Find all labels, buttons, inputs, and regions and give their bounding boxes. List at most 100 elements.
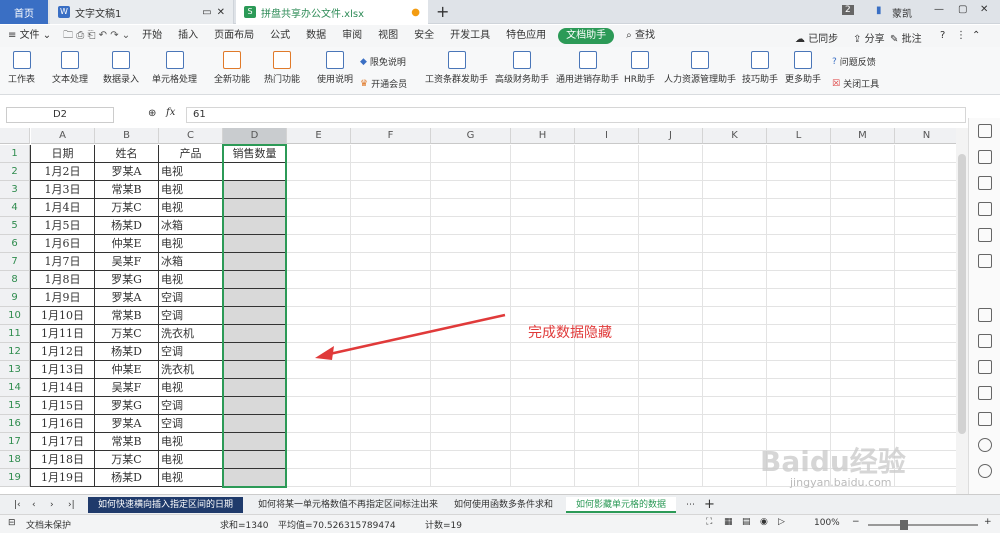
empty-cell[interactable] <box>895 271 956 289</box>
empty-cell[interactable] <box>831 307 895 325</box>
feedback-button[interactable]: ? 问题反馈 <box>832 55 876 69</box>
table-cell[interactable]: 1月16日 <box>31 415 95 433</box>
normal-view-icon[interactable]: ▦ <box>724 517 733 527</box>
empty-cell[interactable] <box>351 271 431 289</box>
table-cell[interactable]: 万某C <box>95 451 159 469</box>
empty-cell[interactable] <box>287 397 351 415</box>
row-header-13[interactable]: 13 <box>0 361 30 379</box>
empty-cell[interactable] <box>287 217 351 235</box>
empty-cell[interactable] <box>767 379 831 397</box>
empty-cell[interactable] <box>287 163 351 181</box>
last-sheet-icon[interactable]: ›| <box>58 497 85 513</box>
zoom-out-icon[interactable]: − <box>852 517 860 527</box>
empty-cell[interactable] <box>895 361 956 379</box>
empty-cell[interactable] <box>575 163 639 181</box>
empty-cell[interactable] <box>703 307 767 325</box>
empty-cell[interactable] <box>351 181 431 199</box>
empty-cell[interactable] <box>511 361 575 379</box>
empty-cell[interactable] <box>639 307 703 325</box>
payroll-assistant-button[interactable]: 工资条群发助手 <box>425 51 488 85</box>
empty-cell[interactable] <box>287 379 351 397</box>
empty-cell[interactable] <box>431 217 511 235</box>
empty-cell[interactable] <box>895 217 956 235</box>
more-icon[interactable]: ⋮ <box>956 30 966 41</box>
close-icon[interactable]: ✕ <box>217 7 225 18</box>
empty-cell[interactable] <box>767 397 831 415</box>
empty-cell[interactable] <box>351 235 431 253</box>
empty-cell[interactable] <box>703 379 767 397</box>
zoom-slider[interactable] <box>868 520 978 530</box>
empty-cell[interactable] <box>703 469 767 487</box>
empty-cell[interactable] <box>639 199 703 217</box>
empty-cell[interactable] <box>431 451 511 469</box>
column-header-F[interactable]: F <box>351 128 431 144</box>
empty-cell[interactable] <box>431 433 511 451</box>
empty-cell[interactable] <box>639 451 703 469</box>
menu-start[interactable]: 开始 <box>134 25 170 47</box>
empty-cell[interactable] <box>895 163 956 181</box>
empty-cell[interactable] <box>831 145 895 163</box>
table-cell[interactable]: 罗某G <box>95 271 159 289</box>
doc-icon[interactable] <box>978 308 992 322</box>
empty-cell[interactable] <box>575 145 639 163</box>
export-icon[interactable] <box>978 360 992 374</box>
menu-features[interactable]: 特色应用 <box>498 25 554 47</box>
empty-cell[interactable] <box>287 181 351 199</box>
empty-cell[interactable] <box>431 469 511 487</box>
empty-cell[interactable] <box>831 253 895 271</box>
empty-cell[interactable] <box>351 253 431 271</box>
select-all-corner[interactable] <box>0 128 30 144</box>
empty-cell[interactable] <box>831 397 895 415</box>
empty-cell[interactable] <box>511 433 575 451</box>
empty-cell[interactable] <box>511 235 575 253</box>
empty-cell[interactable] <box>831 379 895 397</box>
empty-cell[interactable] <box>511 181 575 199</box>
empty-cell[interactable] <box>511 415 575 433</box>
empty-cell[interactable] <box>703 343 767 361</box>
empty-cell[interactable] <box>767 217 831 235</box>
empty-cell[interactable] <box>767 199 831 217</box>
quick-access-icons[interactable]: 🗀 ⎙ ⎗ ↶ ↷ ⌄ <box>59 25 134 47</box>
play-icon[interactable]: ▷ <box>778 517 785 527</box>
hr-assistant-button[interactable]: HR助手 <box>624 51 655 85</box>
tips-assistant-button[interactable]: 技巧助手 <box>742 51 778 85</box>
empty-cell[interactable] <box>767 271 831 289</box>
table-cell[interactable]: 1月19日 <box>31 469 95 487</box>
empty-cell[interactable] <box>895 199 956 217</box>
menu-security[interactable]: 安全 <box>406 25 442 47</box>
empty-cell[interactable] <box>575 361 639 379</box>
empty-cell[interactable] <box>639 397 703 415</box>
column-header-J[interactable]: J <box>639 128 703 144</box>
table-cell[interactable]: 吴某F <box>95 253 159 271</box>
empty-cell[interactable] <box>831 271 895 289</box>
empty-cell[interactable] <box>351 397 431 415</box>
empty-cell[interactable] <box>511 451 575 469</box>
empty-cell[interactable] <box>831 289 895 307</box>
table-cell[interactable]: 空调 <box>159 289 223 307</box>
hamburger-icon[interactable]: ≡ 文件 ⌄ <box>0 25 59 47</box>
empty-cell[interactable] <box>703 415 767 433</box>
empty-cell[interactable] <box>575 469 639 487</box>
menu-view[interactable]: 视图 <box>370 25 406 47</box>
empty-cell[interactable] <box>287 145 351 163</box>
table-cell[interactable]: 空调 <box>159 343 223 361</box>
table-cell[interactable]: 吴某F <box>95 379 159 397</box>
empty-cell[interactable] <box>351 469 431 487</box>
scroll-thumb[interactable] <box>958 154 966 434</box>
menu-data[interactable]: 数据 <box>298 25 334 47</box>
table-cell[interactable]: 电视 <box>159 235 223 253</box>
row-header-17[interactable]: 17 <box>0 433 30 451</box>
tab-xls[interactable]: S 拼盘共享办公文件.xlsx ● <box>236 0 428 24</box>
empty-cell[interactable] <box>767 361 831 379</box>
empty-cell[interactable] <box>639 253 703 271</box>
empty-cell[interactable] <box>351 433 431 451</box>
box-icon[interactable] <box>978 386 992 400</box>
empty-cell[interactable] <box>831 361 895 379</box>
search-button[interactable]: ⌕ 查找 <box>618 25 663 47</box>
empty-cell[interactable] <box>351 199 431 217</box>
limited-free-button[interactable]: ◆ 限免说明 <box>360 55 406 69</box>
empty-cell[interactable] <box>703 163 767 181</box>
empty-cell[interactable] <box>575 289 639 307</box>
tab-home[interactable]: 首页 <box>0 0 48 24</box>
hot-features-button[interactable]: 热门功能 <box>264 51 300 85</box>
